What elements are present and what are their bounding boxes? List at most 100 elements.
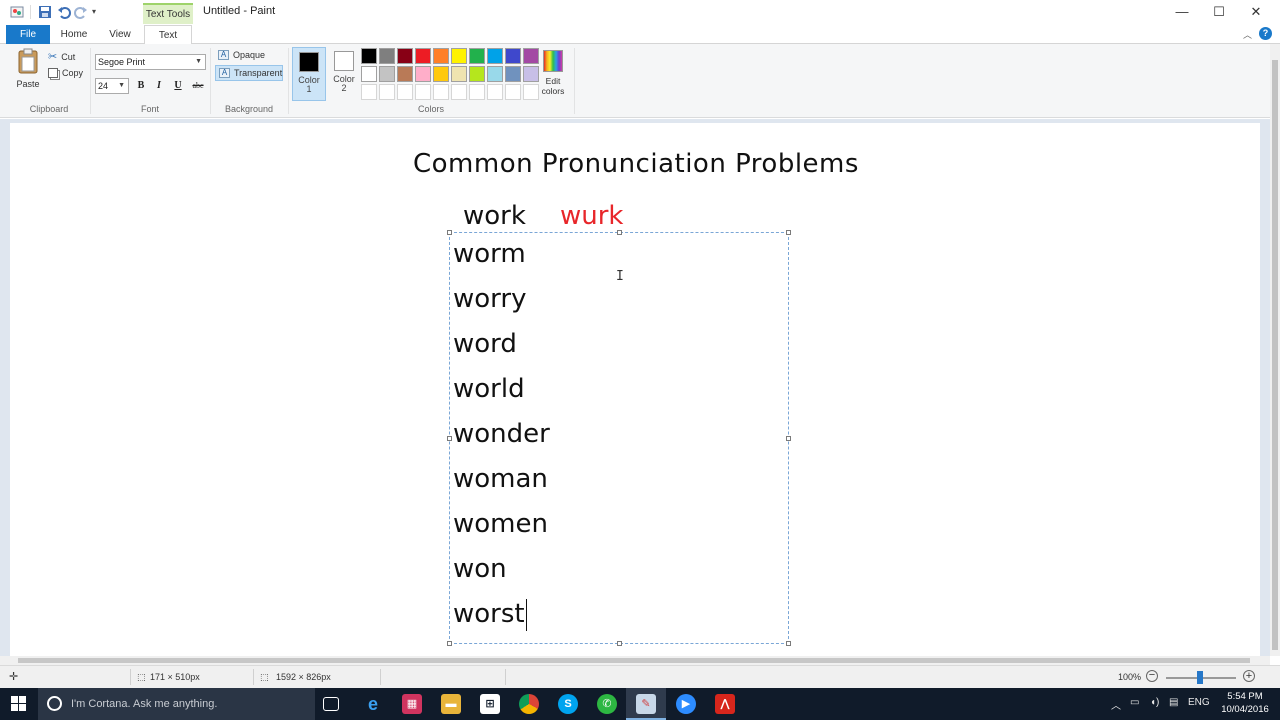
network-icon[interactable]: ▭ xyxy=(1130,697,1139,708)
palette-swatch-empty[interactable] xyxy=(469,84,485,100)
acrobat-icon[interactable]: ⋀ xyxy=(715,694,735,714)
vertical-scrollbar[interactable] xyxy=(1270,44,1280,656)
palette-swatch-empty[interactable] xyxy=(415,84,431,100)
text-selection-box[interactable]: worm worry word world wonder woman women won wor… xyxy=(447,230,791,646)
close-button[interactable]: ✕ xyxy=(1238,0,1274,24)
save-icon[interactable] xyxy=(38,5,52,19)
volume-icon[interactable]: ◖) xyxy=(1150,697,1159,708)
palette-swatch[interactable] xyxy=(397,66,413,82)
paint-app-icon[interactable] xyxy=(10,5,24,19)
resize-handle-bottom-right[interactable] xyxy=(786,641,791,646)
paste-button[interactable]: Paste xyxy=(14,48,42,89)
paint-taskbar-icon[interactable]: ✎ xyxy=(636,694,656,714)
tab-file[interactable]: File xyxy=(6,25,50,45)
action-center-icon[interactable]: ▤ xyxy=(1169,697,1178,708)
palette-swatch[interactable] xyxy=(433,66,449,82)
color2-button[interactable]: Color 2 xyxy=(327,47,361,101)
rainbow-palette-icon xyxy=(543,50,563,72)
palette-swatch[interactable] xyxy=(361,66,377,82)
palette-swatch-empty[interactable] xyxy=(523,84,539,100)
palette-swatch[interactable] xyxy=(469,66,485,82)
palette-swatch[interactable] xyxy=(487,48,503,64)
palette-swatch[interactable] xyxy=(415,48,431,64)
drawing-canvas[interactable]: Common Pronunciation Problems work wurk … xyxy=(10,123,1260,656)
resize-handle-right[interactable] xyxy=(786,436,791,441)
language-indicator[interactable]: ENG xyxy=(1188,697,1210,708)
palette-swatch-empty[interactable] xyxy=(505,84,521,100)
show-hidden-icons-chevron-icon[interactable]: ︿ xyxy=(1111,697,1121,712)
tab-text[interactable]: Text xyxy=(144,25,192,45)
zoom-out-button[interactable]: − xyxy=(1146,670,1158,682)
palette-swatch-empty[interactable] xyxy=(487,84,503,100)
palette-swatch[interactable] xyxy=(433,48,449,64)
tab-home[interactable]: Home xyxy=(54,25,94,45)
opaque-option[interactable]: A Opaque xyxy=(215,48,283,64)
chrome-icon[interactable] xyxy=(519,694,539,714)
palette-swatch[interactable] xyxy=(487,66,503,82)
font-family-select[interactable]: Segoe Print ▼ xyxy=(95,54,206,70)
palette-swatch[interactable] xyxy=(505,48,521,64)
redo-icon[interactable] xyxy=(74,5,88,19)
font-size-select[interactable]: 24 ▼ xyxy=(95,78,129,94)
taskbar-clock[interactable]: 5:54 PM 10/04/2016 xyxy=(1214,690,1276,716)
edit-colors-button[interactable]: Edit colors xyxy=(538,48,568,96)
resize-handle-top[interactable] xyxy=(617,230,622,235)
palette-swatch[interactable] xyxy=(379,66,395,82)
copy-button[interactable]: Copy xyxy=(48,68,83,78)
color1-number: 1 xyxy=(306,84,312,94)
palette-swatch-empty[interactable] xyxy=(397,84,413,100)
collapse-ribbon-chevron-icon[interactable]: ︿ xyxy=(1243,28,1252,41)
palette-swatch-empty[interactable] xyxy=(361,84,377,100)
start-button[interactable] xyxy=(0,688,38,720)
cut-button[interactable]: ✂ Cut xyxy=(48,50,75,63)
zoom-in-button[interactable]: + xyxy=(1243,670,1255,682)
edge-browser-icon[interactable]: e xyxy=(363,694,383,714)
whatsapp-icon[interactable]: ✆ xyxy=(597,694,617,714)
palette-swatch[interactable] xyxy=(361,48,377,64)
vertical-scroll-thumb[interactable] xyxy=(1272,60,1278,650)
bold-button[interactable]: B xyxy=(133,78,149,94)
palette-swatch[interactable] xyxy=(523,66,539,82)
task-view-icon[interactable] xyxy=(323,697,339,711)
scissors-icon: ✂ xyxy=(48,51,58,63)
help-icon[interactable]: ? xyxy=(1259,27,1272,40)
palette-swatch[interactable] xyxy=(397,48,413,64)
palette-swatch[interactable] xyxy=(469,48,485,64)
windows-logo-icon xyxy=(11,696,26,711)
palette-swatch[interactable] xyxy=(451,48,467,64)
palette-swatch[interactable] xyxy=(505,66,521,82)
strikethrough-button[interactable]: abc xyxy=(188,78,208,94)
italic-button[interactable]: I xyxy=(151,78,167,94)
palette-swatch[interactable] xyxy=(451,66,467,82)
color2-swatch xyxy=(334,51,354,71)
file-explorer-icon[interactable]: ▬ xyxy=(441,694,461,714)
resize-handle-bottom[interactable] xyxy=(617,641,622,646)
resize-handle-top-right[interactable] xyxy=(786,230,791,235)
palette-swatch-empty[interactable] xyxy=(379,84,395,100)
zoom-slider-thumb[interactable] xyxy=(1197,671,1203,684)
horizontal-scrollbar[interactable] xyxy=(0,656,1270,665)
skype-icon[interactable]: S xyxy=(558,694,578,714)
zoom-meeting-icon[interactable]: ▶ xyxy=(676,694,696,714)
color1-button[interactable]: Color 1 xyxy=(292,47,326,101)
resize-handle-left[interactable] xyxy=(447,436,452,441)
minimize-button[interactable]: — xyxy=(1164,0,1200,24)
store-icon[interactable]: ⊞ xyxy=(480,694,500,714)
resize-handle-bottom-left[interactable] xyxy=(447,641,452,646)
undo-icon[interactable] xyxy=(57,5,71,19)
maximize-button[interactable]: ☐ xyxy=(1201,0,1237,24)
transparent-option[interactable]: A Transparent xyxy=(215,65,283,81)
palette-swatch-empty[interactable] xyxy=(451,84,467,100)
palette-swatch[interactable] xyxy=(379,48,395,64)
underline-button[interactable]: U xyxy=(170,78,186,94)
cortana-search-box[interactable]: I'm Cortana. Ask me anything. xyxy=(38,688,315,720)
resize-handle-top-left[interactable] xyxy=(447,230,452,235)
horizontal-scroll-thumb[interactable] xyxy=(18,658,1250,663)
canvas-pronunciation-text: wurk xyxy=(560,201,624,231)
tab-view[interactable]: View xyxy=(100,25,140,45)
customize-qat-chevron-icon[interactable]: ▾ xyxy=(92,7,106,21)
palette-swatch[interactable] xyxy=(523,48,539,64)
palette-swatch[interactable] xyxy=(415,66,431,82)
media-app-icon[interactable]: ▦ xyxy=(402,694,422,714)
palette-swatch-empty[interactable] xyxy=(433,84,449,100)
